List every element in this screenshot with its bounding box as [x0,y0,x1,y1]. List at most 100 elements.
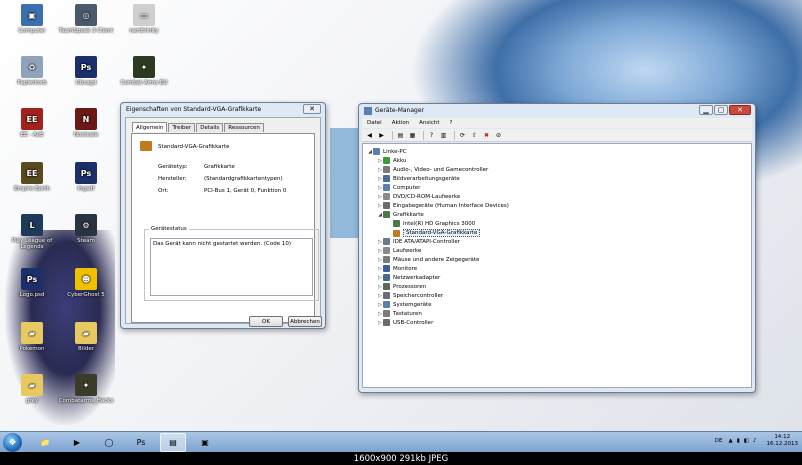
properties-close-button[interactable]: ✕ [303,104,321,114]
scan-icon[interactable]: ⟳ [458,131,467,140]
tree-node[interactable]: Standard-VGA-Grafikkarte [387,229,481,237]
desktop-icon[interactable]: EE Empire Earth [2,162,62,192]
media-player-icon[interactable]: ▶ [64,433,90,452]
windows-logo-icon: ❖ [8,437,17,448]
close-button[interactable]: ✕ [729,105,751,115]
menu-help[interactable]: ? [444,120,457,126]
desktop-icon[interactable]: ▰ Bilder [56,322,116,352]
tray-icon[interactable]: ▲ [729,438,733,444]
tree-node-label: Intel(R) HD Graphics 3000 [403,220,476,227]
tab-treiber[interactable]: Treiber [168,123,196,132]
tab-allgemein[interactable]: Allgemein [132,122,168,132]
desktop-icon[interactable]: Ps Logo.psd [2,268,62,298]
tree-node[interactable]: ▷ IDE ATA/ATAPI-Controller [377,238,460,245]
desktop-icon[interactable]: ⚙ Steam [56,214,116,244]
disable-icon[interactable]: ⊘ [494,131,503,140]
desktop-icon[interactable]: ▭ nerdtrinity [114,4,174,34]
device-name: Standard-VGA-Grafikkarte [158,144,230,150]
language-indicator[interactable]: DE [715,438,723,444]
tree-node[interactable]: ▷ Prozessoren [377,283,426,290]
photoshop-icon[interactable]: Ps [128,433,154,452]
location-value: PCI-Bus 1, Gerät 0, Funktion 0 [204,188,287,194]
tree-node[interactable]: ▷ Eingabegeräte (Human Interface Devices) [377,202,509,209]
tree-node[interactable]: ▷ Monitore [377,265,417,272]
tab-ressourcen[interactable]: Ressourcen [224,123,264,132]
tree-node[interactable]: ◢ Linke-PC [367,148,407,155]
tree-node[interactable]: ▷ Audio-, Video- und Gamecontroller [377,166,488,173]
uninstall-icon[interactable]: ✖ [482,131,491,140]
device-manager-icon[interactable]: ▤ [160,433,186,452]
back-icon[interactable]: ◀ [365,131,374,140]
ok-button[interactable]: OK [249,316,283,327]
desktop-icon[interactable]: N Nosteale [56,108,116,138]
device-status-label: Gerätestatus [149,226,189,232]
tree-node[interactable]: ▷ DVD/CD-ROM-Laufwerke [377,193,460,200]
desktop-icon[interactable]: ▰ Pokemon [2,322,62,352]
tree-node[interactable]: ▷ Mäuse und andere Zeigegeräte [377,256,479,263]
tree-node[interactable]: ▷ Tastaturen [377,310,422,317]
desktop-icon[interactable]: Ps Ihgsdf [56,162,116,192]
tray-icon[interactable]: ◧ [744,438,749,444]
toolbar: ◀ ▶ ▤ ▦? ▥ ⟳ ⇧ ✖ ⊘ [362,129,752,142]
desktop-icon[interactable]: ◎ TeamSpeak 3 Client [56,4,116,34]
tree-icon[interactable]: ▦ [408,131,417,140]
tree-node-label: Tastaturen [393,310,422,317]
mouse-icon [383,256,390,263]
tree-node[interactable]: ▷ Bildverarbeitungsgeräte [377,175,460,182]
minimize-button[interactable]: ▁ [699,105,713,115]
start-button[interactable]: ❖ [3,433,22,452]
computer-icon [373,148,380,155]
desktop-icon-label: Bilder [78,346,94,352]
device-status-text[interactable]: Das Gerät kann nicht gestartet werden. (… [150,238,313,296]
desktop-icon[interactable]: L Play League of Legends [2,214,62,250]
menu-aktion[interactable]: Aktion [387,120,414,126]
menu-datei[interactable]: Datei [362,120,387,126]
desktop-icon[interactable]: ☻ CyberGhost 5 [56,268,116,298]
empire-earth-icon: EE [21,108,43,130]
empire-earth-2-icon: EE [21,162,43,184]
explorer-icon[interactable]: 📁 [32,433,58,452]
tree-node[interactable]: ▷ Computer [377,184,420,191]
device-manager-titlebar[interactable]: Geräte-Manager [359,104,755,117]
view-icon[interactable]: ▥ [439,131,448,140]
tray-icon[interactable]: ♪ [753,438,757,444]
properties-titlebar[interactable]: Eigenschaften von Standard-VGA-Grafikkar… [121,103,325,116]
cancel-button[interactable]: Abbrechen [288,316,322,327]
tree-node[interactable]: ▷ Systemgeräte [377,301,432,308]
desktop-icon-label: Ubxsgd [75,80,97,86]
desktop-icon-label: Computer [18,28,46,34]
desktop-icon[interactable]: ✦ Combat Arms EU [114,56,174,86]
desktop-icon[interactable]: Ps Ubxsgd [56,56,116,86]
maximize-icon: ▢ [717,106,725,114]
tree-node[interactable]: Intel(R) HD Graphics 3000 [387,220,475,227]
photoshop-file-icon: Ps [75,162,97,184]
tree-node[interactable]: ◢ Grafikkarte [377,211,424,218]
tree-node[interactable]: ▷ Speichercontroller [377,292,443,299]
forward-icon[interactable]: ▶ [377,131,386,140]
paint-icon[interactable]: ▣ [192,433,218,452]
menu-ansicht[interactable]: Ansicht [414,120,444,126]
update-driver-icon[interactable]: ⇧ [470,131,479,140]
tree-node[interactable]: ▷ USB-Controller [377,319,433,326]
tree-node[interactable]: ▷ Laufwerke [377,247,421,254]
manufacturer-label: Hersteller: [158,176,187,182]
tree-node[interactable]: ▷ Netzwerkadapter [377,274,440,281]
desktop-icon[interactable]: ✦ Combatarms_Hacks [56,374,116,404]
clock[interactable]: 14:12 16.12.2013 [767,434,799,448]
desktop-icon[interactable]: EE EE - AoE [2,108,62,138]
browser-icon[interactable]: ◯ [96,433,122,452]
desktop-icon[interactable]: ▣ Computer [2,4,62,34]
help-icon[interactable]: ? [427,131,436,140]
device-manager-title: Geräte-Manager [375,107,424,114]
desktop-icon-label: Combatarms_Hacks [58,398,114,404]
maximize-button[interactable]: ▢ [714,105,728,115]
properties-title: Eigenschaften von Standard-VGA-Grafikkar… [126,106,262,113]
tree-node[interactable]: ▷ Akku [377,157,406,164]
properties-icon[interactable]: ▤ [396,131,405,140]
tray-icon[interactable]: ▮ [737,438,740,444]
desktop-icon[interactable]: ♻ Papierkorb [2,56,62,86]
toolbar-separator [454,130,455,140]
tray-icons: ▲ ▮ ◧ ♪ [729,438,761,444]
tab-details[interactable]: Details [196,123,224,132]
desktop-icon[interactable]: ▰ grey [2,374,62,404]
